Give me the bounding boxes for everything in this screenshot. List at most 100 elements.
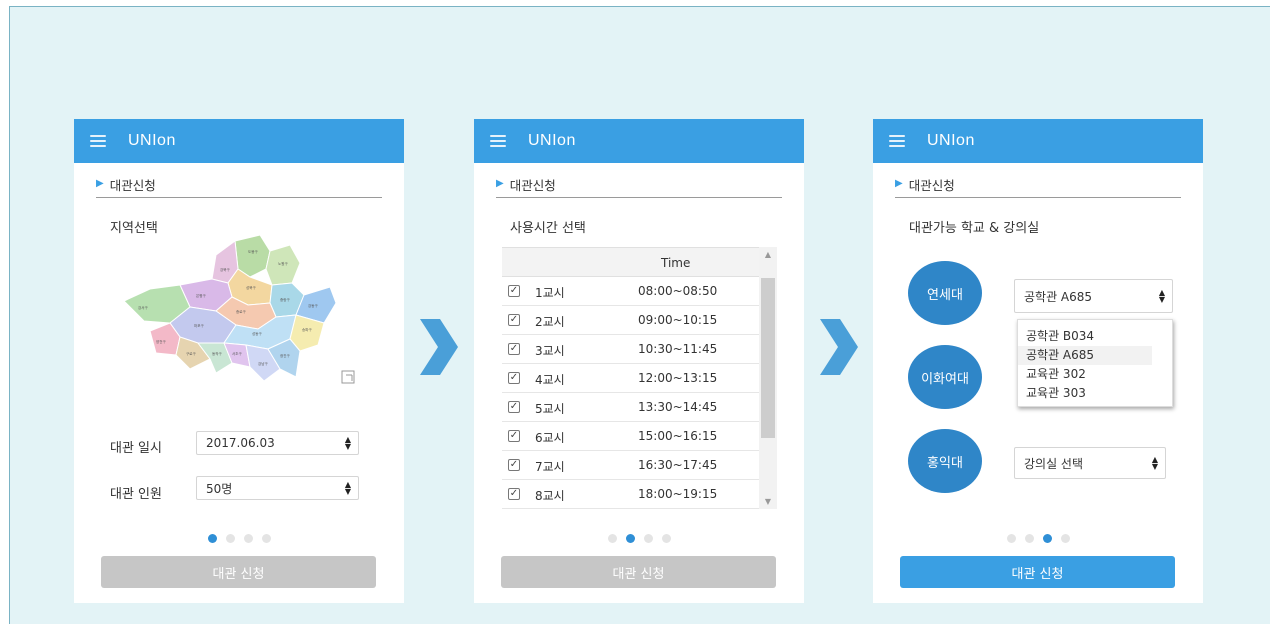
- period-label: 3교시: [535, 344, 565, 358]
- scrollbar-thumb[interactable]: [761, 278, 775, 438]
- svg-text:구로구: 구로구: [186, 352, 196, 356]
- triangle-bullet-icon: ▶: [895, 178, 903, 189]
- page-dot[interactable]: [1060, 534, 1070, 543]
- screen-time-select: UNIon ▶ 대관신청 사용시간 선택 Time ✓ 1교시 08:00~08:5…: [474, 119, 804, 603]
- table-row[interactable]: ✓ 4교시 12:00~13:15: [502, 364, 759, 393]
- screen-region-select: UNIon ▶ 대관신청 지역선택 도봉구 노원구 강북구 성북구 중랑구 강동구 은…: [74, 119, 404, 603]
- table-header: Time: [502, 248, 759, 277]
- period-label: 6교시: [535, 431, 565, 445]
- time-range: 12:00~13:15: [638, 371, 718, 385]
- page-dot[interactable]: [643, 534, 653, 543]
- room-option-selected[interactable]: 공학관 A685: [1018, 346, 1152, 365]
- school-button-yonsei[interactable]: 연세대: [908, 261, 982, 325]
- people-select[interactable]: 50명 ▲ ▼: [196, 476, 359, 500]
- time-range: 18:00~19:15: [638, 487, 718, 501]
- section-label: 대관신청: [109, 178, 156, 193]
- time-column-header: Time: [661, 256, 691, 270]
- room-select-hongik[interactable]: 강의실 선택 ▲ ▼: [1014, 447, 1166, 479]
- hamburger-menu-icon[interactable]: [490, 135, 506, 147]
- chevron-right-icon: [820, 319, 858, 375]
- section-label: 대관신청: [908, 178, 955, 193]
- svg-text:강남구: 강남구: [258, 361, 268, 366]
- people-label: 대관 인원: [110, 487, 162, 502]
- table-row[interactable]: ✓ 2교시 09:00~10:15: [502, 306, 759, 335]
- svg-text:마포구: 마포구: [194, 323, 204, 328]
- table-row[interactable]: ✓ 1교시 08:00~08:50: [502, 277, 759, 306]
- room-select-placeholder: 강의실 선택: [1024, 456, 1084, 471]
- room-select-yonsei[interactable]: 공학관 A685 ▲ ▼: [1014, 279, 1173, 313]
- section-header: ▶ 대관신청: [895, 175, 1181, 198]
- period-label: 8교시: [535, 489, 565, 503]
- room-dropdown-list: 공학관 B034 공학관 A685 교육관 302 교육관 303: [1017, 319, 1173, 407]
- app-title: UNIon: [528, 132, 576, 149]
- room-option[interactable]: 교육관 303: [1018, 384, 1172, 403]
- scroll-up-icon[interactable]: ▲: [759, 250, 777, 259]
- svg-text:도봉구: 도봉구: [248, 249, 258, 254]
- page-dot[interactable]: [1024, 534, 1034, 543]
- school-button-hongik[interactable]: 홍익대: [908, 429, 982, 493]
- page-dot[interactable]: [261, 534, 271, 543]
- checkbox[interactable]: ✓: [508, 343, 520, 355]
- time-range: 16:30~17:45: [638, 458, 718, 472]
- time-range: 10:30~11:45: [638, 342, 718, 356]
- submit-button[interactable]: 대관 신청: [501, 556, 776, 588]
- submit-button[interactable]: 대관 신청: [900, 556, 1175, 588]
- subtitle: 대관가능 학교 & 강의실: [909, 221, 1040, 236]
- page-dot[interactable]: [625, 534, 635, 543]
- app-bar: UNIon: [474, 119, 804, 163]
- screen-school-select: UNIon ▶ 대관신청 대관가능 학교 & 강의실 연세대 이화여대 홍익대 …: [873, 119, 1203, 603]
- table-row[interactable]: ✓ 8교시 18:00~19:15: [502, 480, 759, 509]
- app-title: UNIon: [128, 132, 176, 149]
- table-row[interactable]: ✓ 6교시 15:00~16:15: [502, 422, 759, 451]
- checkbox[interactable]: ✓: [508, 430, 520, 442]
- page-dot[interactable]: [1042, 534, 1052, 543]
- hamburger-menu-icon[interactable]: [889, 135, 905, 147]
- submit-button[interactable]: 대관 신청: [101, 556, 376, 588]
- checkbox[interactable]: ✓: [508, 459, 520, 471]
- page-dot[interactable]: [243, 534, 253, 543]
- period-label: 7교시: [535, 460, 565, 474]
- svg-text:중랑구: 중랑구: [280, 297, 290, 302]
- room-option[interactable]: 교육관 302: [1018, 365, 1172, 384]
- page-dot[interactable]: [207, 534, 217, 543]
- svg-text:양천구: 양천구: [156, 339, 166, 344]
- date-label: 대관 일시: [110, 441, 162, 456]
- table-row[interactable]: ✓ 3교시 10:30~11:45: [502, 335, 759, 364]
- svg-text:은평구: 은평구: [196, 293, 206, 298]
- time-range: 13:30~14:45: [638, 400, 718, 414]
- page-dot[interactable]: [225, 534, 235, 543]
- app-title: UNIon: [927, 132, 975, 149]
- checkbox[interactable]: ✓: [508, 488, 520, 500]
- table-row[interactable]: ✓ 5교시 13:30~14:45: [502, 393, 759, 422]
- svg-text:강동구: 강동구: [308, 303, 318, 308]
- app-bar: UNIon: [74, 119, 404, 163]
- time-range: 08:00~08:50: [638, 284, 718, 298]
- date-select[interactable]: 2017.06.03 ▲ ▼: [196, 431, 359, 455]
- page-dot[interactable]: [661, 534, 671, 543]
- svg-text:송파구: 송파구: [302, 327, 312, 332]
- checkbox[interactable]: ✓: [508, 372, 520, 384]
- scroll-down-icon[interactable]: ▼: [759, 497, 777, 506]
- app-bar: UNIon: [873, 119, 1203, 163]
- svg-text:광진구: 광진구: [280, 353, 290, 358]
- time-range: 15:00~16:15: [638, 429, 718, 443]
- checkbox[interactable]: ✓: [508, 314, 520, 326]
- seoul-district-map[interactable]: 도봉구노원구 강북구성북구 중랑구강동구 은평구종로구 강서구마포구 성동구 송파…: [120, 231, 358, 391]
- section-label: 대관신청: [509, 178, 556, 193]
- checkbox[interactable]: ✓: [508, 401, 520, 413]
- hamburger-menu-icon[interactable]: [90, 135, 106, 147]
- scrollbar[interactable]: ▲ ▼: [759, 247, 777, 509]
- room-option[interactable]: 공학관 B034: [1018, 327, 1172, 346]
- school-button-ewha[interactable]: 이화여대: [908, 345, 982, 409]
- svg-text:강북구: 강북구: [220, 267, 230, 272]
- page-dot[interactable]: [607, 534, 617, 543]
- section-header: ▶ 대관신청: [96, 175, 382, 198]
- svg-text:동작구: 동작구: [212, 351, 222, 356]
- page-dot[interactable]: [1006, 534, 1016, 543]
- checkbox[interactable]: ✓: [508, 285, 520, 297]
- page-indicator: [474, 534, 804, 543]
- svg-text:노원구: 노원구: [278, 261, 288, 266]
- people-value: 50명: [206, 481, 233, 496]
- period-label: 1교시: [535, 286, 565, 300]
- table-row[interactable]: ✓ 7교시 16:30~17:45: [502, 451, 759, 480]
